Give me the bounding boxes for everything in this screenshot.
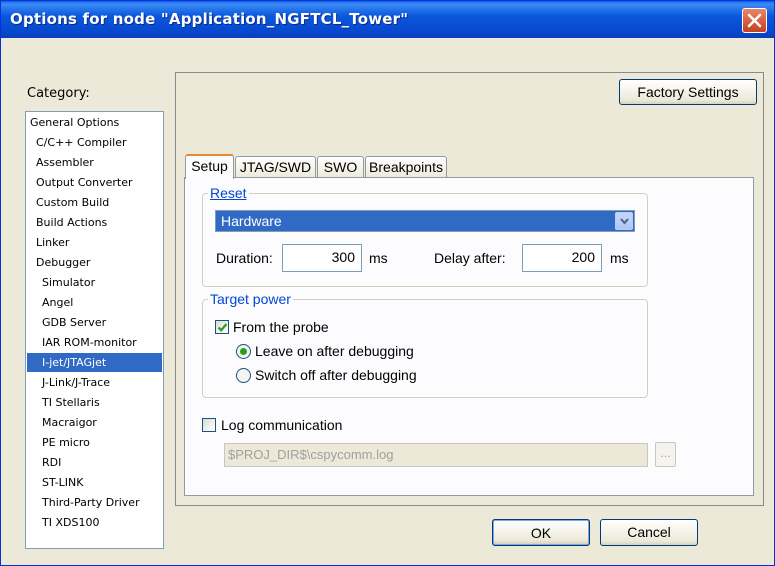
category-item[interactable]: Build Actions (27, 213, 162, 232)
switch-off-radio[interactable] (236, 368, 251, 383)
log-path-input: $PROJ_DIR$\cspycomm.log (224, 443, 648, 467)
close-button[interactable] (742, 8, 767, 33)
category-item[interactable]: GDB Server (27, 313, 162, 332)
tab-jtag-swd[interactable]: JTAG/SWD (235, 156, 316, 178)
reset-type-select[interactable]: Hardware (215, 210, 635, 232)
browse-button: ... (655, 442, 676, 467)
category-item[interactable]: Angel (27, 293, 162, 312)
category-item[interactable]: C/C++ Compiler (27, 133, 162, 152)
radio-selected-dot (240, 348, 247, 355)
dropdown-arrow-button[interactable] (615, 212, 633, 230)
reset-type-value: Hardware (221, 213, 282, 229)
duration-unit: ms (369, 250, 388, 266)
category-item[interactable]: PE micro (27, 433, 162, 452)
log-communication-checkbox[interactable] (202, 418, 216, 432)
chevron-down-icon (620, 218, 629, 225)
window-title: Options for node "Application_NGFTCL_Tow… (10, 10, 409, 28)
category-item[interactable]: General Options (27, 113, 162, 132)
log-communication-label[interactable]: Log communication (221, 417, 342, 433)
reset-group-title: Reset (208, 185, 249, 201)
switch-off-label[interactable]: Switch off after debugging (255, 367, 417, 383)
tab-setup[interactable]: Setup (185, 154, 234, 179)
category-item[interactable]: Assembler (27, 153, 162, 172)
category-item[interactable]: Simulator (27, 273, 162, 292)
category-label: Category: (27, 86, 90, 101)
ok-button[interactable]: OK (492, 519, 590, 546)
category-item[interactable]: RDI (27, 453, 162, 472)
category-item[interactable]: IAR ROM-monitor (27, 333, 162, 352)
checkmark-icon (217, 323, 228, 332)
cancel-button[interactable]: Cancel (600, 519, 698, 546)
category-item[interactable]: Linker (27, 233, 162, 252)
category-item[interactable]: Macraigor (27, 413, 162, 432)
tab-swo[interactable]: SWO (317, 156, 364, 178)
leave-on-radio[interactable] (236, 344, 251, 359)
tab-breakpoints[interactable]: Breakpoints (365, 156, 447, 178)
target-power-group-title: Target power (208, 291, 293, 307)
category-item[interactable]: Third-Party Driver (27, 493, 162, 512)
category-item[interactable]: Output Converter (27, 173, 162, 192)
category-item[interactable]: TI Stellaris (27, 393, 162, 412)
from-probe-checkbox[interactable] (215, 320, 229, 334)
category-item[interactable]: TI XDS100 (27, 513, 162, 532)
category-list[interactable]: General Options C/C++ Compiler Assembler Ou… (25, 111, 164, 549)
category-item[interactable]: ST-LINK (27, 473, 162, 492)
title-bar[interactable]: Options for node "Application_NGFTCL_Tow… (1, 1, 774, 38)
delay-unit: ms (610, 250, 629, 266)
reset-group (202, 193, 648, 287)
duration-input[interactable]: 300 (282, 244, 362, 272)
category-item[interactable]: Custom Build (27, 193, 162, 212)
delay-after-label: Delay after: (434, 250, 506, 266)
category-item[interactable]: I-jet/JTAGjet (27, 353, 162, 372)
category-item[interactable]: Debugger (27, 253, 162, 272)
leave-on-label[interactable]: Leave on after debugging (255, 343, 414, 359)
factory-settings-button[interactable]: Factory Settings (619, 79, 757, 105)
from-probe-label[interactable]: From the probe (233, 319, 329, 335)
delay-after-input[interactable]: 200 (522, 244, 602, 272)
close-icon (747, 13, 762, 28)
category-item[interactable]: J-Link/J-Trace (27, 373, 162, 392)
duration-label: Duration: (216, 250, 273, 266)
